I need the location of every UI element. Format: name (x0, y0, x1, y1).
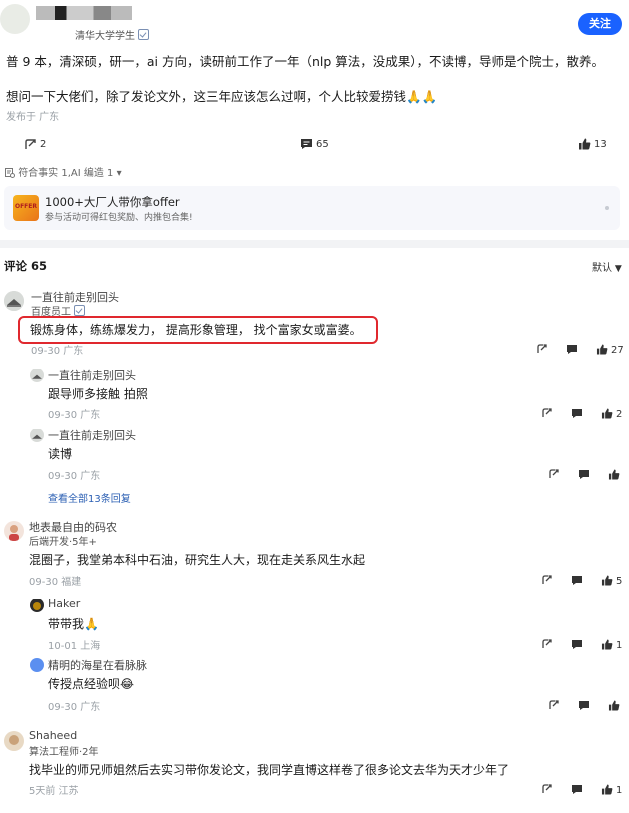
comment-text: 混圈子，我堂弟本科中石油，研究生人大，现在走关系风生水起 (29, 553, 366, 567)
like-action[interactable]: 13 (578, 138, 607, 150)
reply-meta: 09-30 广东 (48, 410, 101, 421)
avatar[interactable] (30, 428, 44, 442)
promo-offer-icon: OFFER (13, 195, 39, 221)
author-avatar[interactable] (0, 4, 30, 34)
thumbs-up-icon (601, 407, 613, 422)
like-button[interactable]: 27 (596, 343, 624, 358)
comment-actions: 1 (541, 783, 622, 798)
comment-icon (300, 138, 313, 150)
avatar[interactable] (4, 291, 24, 311)
view-all-replies-link[interactable]: 查看全部13条回复 (48, 490, 131, 505)
like-count: 5 (616, 576, 623, 587)
thumbs-up-icon (601, 574, 613, 589)
share-count: 2 (40, 139, 47, 150)
comment-meta: 09-30 福建 (29, 577, 82, 588)
chevron-down-icon: ▾ (116, 168, 122, 179)
like-count: 1 (616, 785, 623, 796)
thumbs-up-icon (596, 343, 608, 358)
promo-dot-icon (605, 206, 609, 210)
share-icon[interactable] (541, 407, 553, 422)
share-icon (24, 138, 37, 151)
filter-icon: ▼ (612, 264, 622, 274)
reply-icon[interactable] (571, 575, 583, 589)
reply-icon[interactable] (566, 344, 578, 358)
reply-icon[interactable] (578, 469, 590, 483)
thumbs-up-icon[interactable] (608, 468, 620, 483)
reply-meta: 10-01 上海 (48, 641, 101, 652)
share-icon[interactable] (541, 783, 553, 798)
reply-meta: 09-30 广东 (48, 702, 101, 713)
reply-actions (548, 699, 620, 714)
follow-button[interactable]: 关注 (578, 13, 622, 35)
promo-icon-text: OFFER (14, 203, 38, 210)
like-button[interactable]: 1 (601, 638, 623, 653)
reply-icon[interactable] (578, 700, 590, 714)
avatar[interactable] (4, 731, 24, 751)
promo-title: 1000+大厂人带你拿offer (45, 195, 180, 209)
thumbs-up-icon[interactable] (608, 699, 620, 714)
redacted-name-block (36, 6, 132, 20)
comment-meta: 09-30 广东 (31, 346, 84, 357)
commenter-badge: 算法工程师·2年 (29, 747, 99, 758)
like-button[interactable]: 2 (601, 407, 623, 422)
reply-text: 跟导师多接触 拍照 (48, 387, 148, 401)
reply-name[interactable]: Haker (48, 597, 80, 610)
verified-icon (138, 29, 149, 40)
reply-text: 带带我🙏 (48, 617, 99, 631)
reply-actions (548, 468, 620, 483)
reply-meta: 09-30 广东 (48, 471, 101, 482)
share-action[interactable]: 2 (24, 138, 46, 151)
author-school: 清华大学学生 (75, 27, 149, 42)
comment-text: 找毕业的师兄师姐然后去实习带你发论文，我同学直博这样卷了很多论文去华为天才少年了 (29, 763, 510, 777)
reply-name[interactable]: 一直往前走别回头 (48, 427, 136, 443)
like-count: 1 (616, 640, 623, 651)
avatar[interactable] (30, 598, 44, 612)
post-location: 发布于 广东 (6, 112, 60, 123)
reply-icon[interactable] (571, 784, 583, 798)
like-count: 13 (594, 138, 607, 150)
thumbs-up-icon (578, 138, 591, 150)
comment-action[interactable]: 65 (300, 138, 329, 150)
commenter-badge: 后端开发·5年+ (29, 537, 97, 548)
commenter-name[interactable]: Shaheed (29, 729, 77, 742)
section-divider (0, 240, 629, 248)
verified-icon (74, 305, 85, 316)
reply-text: 读博 (48, 447, 73, 461)
reply-actions: 1 (541, 638, 622, 653)
comment-actions: 5 (541, 574, 622, 589)
fact-check-icon (5, 168, 15, 178)
reply-actions: 2 (541, 407, 622, 422)
avatar[interactable] (4, 521, 24, 541)
like-count: 27 (611, 345, 624, 356)
share-icon[interactable] (541, 574, 553, 589)
like-button[interactable]: 5 (601, 574, 623, 589)
thumbs-up-icon (601, 783, 613, 798)
thumbs-up-icon (601, 638, 613, 653)
comment-count: 65 (316, 138, 329, 150)
post-text-line1: 普 9 本，清深硕，研一，ai 方向，读研前工作了一年（nlp 算法，没成果），… (6, 54, 605, 69)
sort-selector[interactable]: 默认 ▼ (592, 259, 622, 274)
promo-subtitle: 参与活动可得红包奖励、内推包合集! (45, 213, 193, 223)
comment-text: 锻炼身体，练练爆发力， 提高形象管理， 找个富家女或富婆。 (30, 323, 362, 337)
comment-actions: 27 (536, 343, 624, 358)
reply-name[interactable]: 精明的海星在看脉脉 (48, 657, 147, 673)
share-icon[interactable] (541, 638, 553, 653)
reply-text: 传授点经验呗😂 (48, 677, 135, 691)
avatar[interactable] (30, 658, 44, 672)
share-icon[interactable] (548, 699, 560, 714)
reply-icon[interactable] (571, 408, 583, 422)
share-icon[interactable] (548, 468, 560, 483)
reply-icon[interactable] (571, 639, 583, 653)
fact-check[interactable]: 符合事实 1,AI 编造 1 ▾ (5, 164, 122, 179)
reply-name[interactable]: 一直往前走别回头 (48, 367, 136, 383)
like-count: 2 (616, 409, 623, 420)
post-text-line2: 想问一下大佬们，除了发论文外，这三年应该怎么过啊，个人比较爱捞钱🙏🙏 (6, 89, 438, 104)
comment-meta: 5天前 江苏 (29, 786, 79, 797)
like-button[interactable]: 1 (601, 783, 623, 798)
avatar[interactable] (30, 368, 44, 382)
share-icon[interactable] (536, 343, 548, 358)
comments-title: 评论 65 (4, 259, 48, 273)
promo-card[interactable]: OFFER 1000+大厂人带你拿offer 参与活动可得红包奖励、内推包合集! (4, 186, 620, 230)
